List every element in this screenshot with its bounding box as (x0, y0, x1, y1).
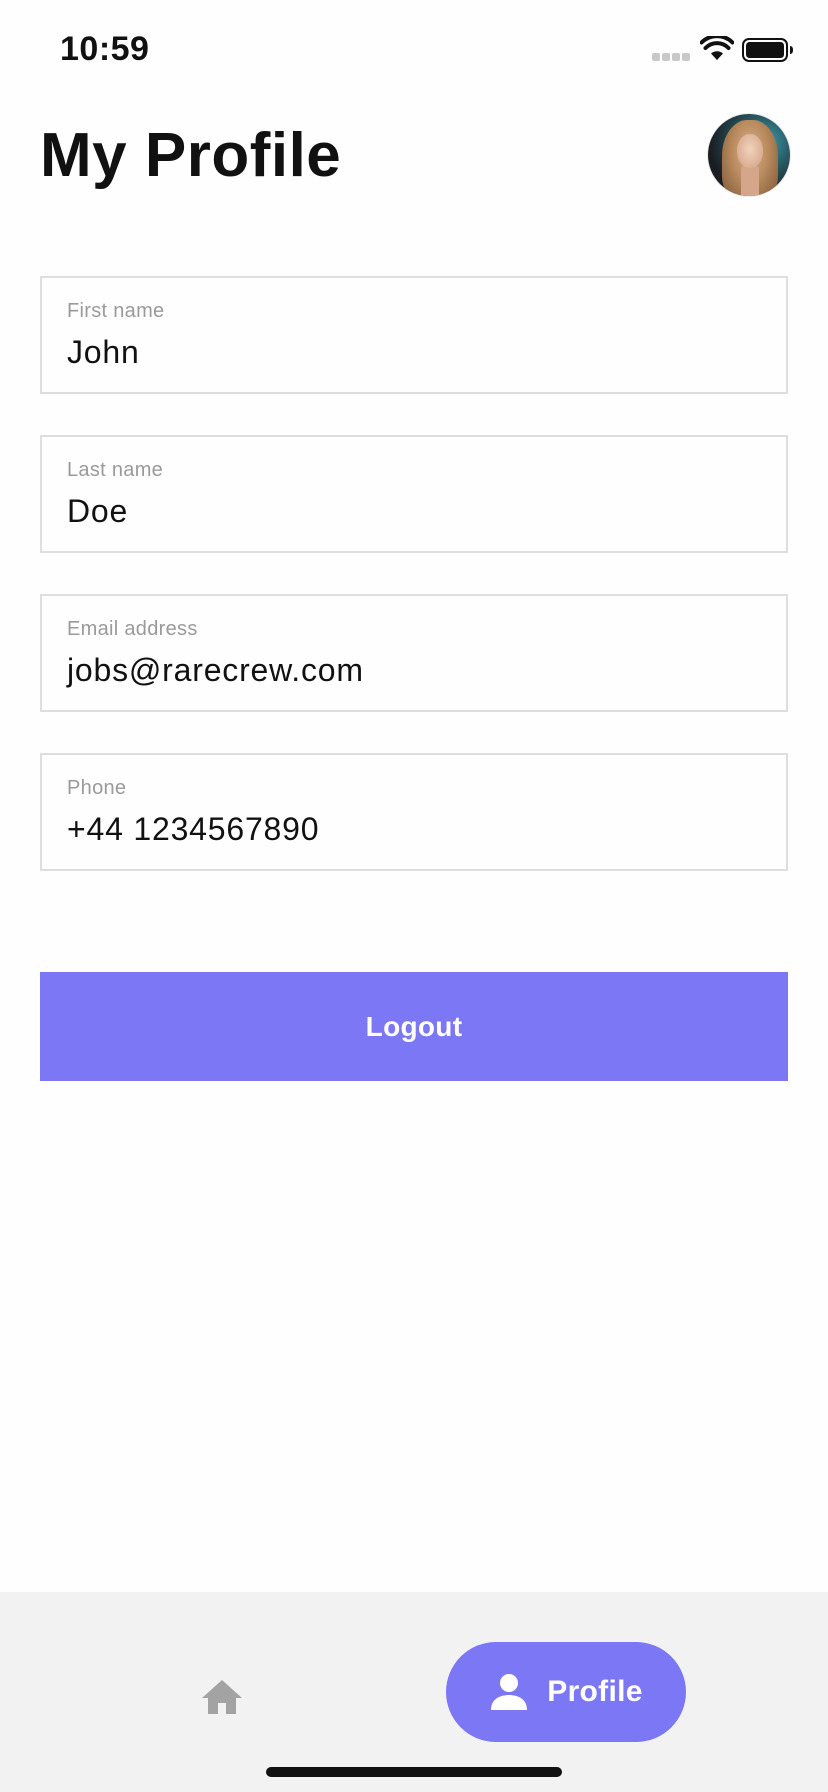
avatar[interactable] (708, 114, 790, 196)
nav-home-button[interactable] (196, 1672, 248, 1722)
email-label: Email address (67, 618, 198, 640)
last-name-label: Last name (67, 459, 164, 481)
person-icon (491, 1674, 528, 1710)
logout-button[interactable]: Logout (40, 972, 788, 1081)
avatar-face (737, 134, 763, 168)
phone-field[interactable]: Phone +44 1234567890 (40, 753, 788, 871)
avatar-neck (741, 164, 759, 196)
home-icon (202, 1680, 242, 1714)
home-indicator (266, 1767, 562, 1777)
email-value[interactable]: jobs@rarecrew.com (67, 652, 364, 689)
bottom-nav: Profile (0, 1592, 828, 1792)
first-name-value[interactable]: John (67, 334, 140, 371)
wifi-icon (700, 36, 734, 60)
status-time: 10:59 (60, 30, 150, 68)
phone-value[interactable]: +44 1234567890 (67, 811, 319, 848)
first-name-label: First name (67, 300, 165, 322)
profile-screen: 10:59 My Profile First name John Last na… (0, 0, 828, 1792)
status-bar: 10:59 (0, 0, 828, 100)
signal-icon (652, 53, 690, 63)
phone-label: Phone (67, 777, 127, 799)
email-field[interactable]: Email address jobs@rarecrew.com (40, 594, 788, 712)
last-name-field[interactable]: Last name Doe (40, 435, 788, 553)
nav-profile-label: Profile (547, 1675, 643, 1708)
first-name-field[interactable]: First name John (40, 276, 788, 394)
page-title: My Profile (40, 121, 342, 190)
battery-icon (742, 38, 793, 62)
nav-profile-button[interactable]: Profile (446, 1642, 686, 1742)
last-name-value[interactable]: Doe (67, 493, 128, 530)
